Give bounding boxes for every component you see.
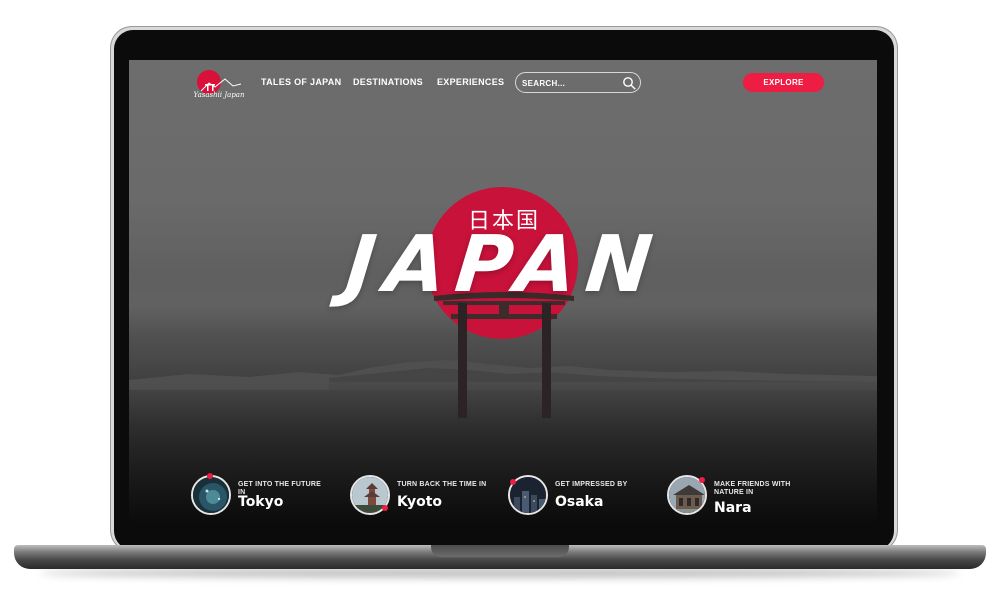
osaka-name: Osaka [555, 494, 604, 510]
search-box[interactable] [515, 72, 641, 93]
osaka-subtitle: GET IMPRESSED BY [555, 481, 628, 488]
destination-tokyo[interactable]: GET INTO THE FUTURE IN Tokyo [191, 473, 341, 517]
laptop-base-notch [431, 545, 569, 557]
kyoto-name: Kyoto [397, 494, 443, 510]
tokyo-name: Tokyo [238, 494, 284, 510]
laptop-shadow [40, 568, 960, 578]
hero-title: JAPAN [341, 220, 667, 310]
logo-mountain-icon [201, 78, 241, 92]
nav-tales-of-japan[interactable]: TALES OF JAPAN [261, 77, 341, 87]
nav-destinations[interactable]: DESTINATIONS [353, 77, 423, 87]
tokyo-pin-icon [207, 473, 213, 479]
destination-osaka[interactable]: GET IMPRESSED BY Osaka [508, 473, 658, 517]
tokyo-thumbnail [191, 475, 231, 515]
search-input[interactable] [522, 76, 616, 90]
destination-kyoto[interactable]: TURN BACK THE TIME IN Kyoto [350, 473, 500, 517]
explore-button[interactable]: EXPLORE [743, 73, 824, 92]
site-logo[interactable]: Yasashii Japan [193, 66, 245, 102]
kyoto-pin-icon [382, 505, 388, 511]
search-icon[interactable] [622, 76, 636, 90]
nara-subtitle: MAKE FRIENDS WITH NATURE IN [714, 481, 791, 496]
kyoto-subtitle: TURN BACK THE TIME IN [397, 481, 487, 488]
website-screen: 日本国 JAPAN Yasashii Japan TALES OF JAPAN … [129, 60, 877, 522]
nav-experiences[interactable]: EXPERIENCES [437, 77, 504, 87]
destination-nara[interactable]: MAKE FRIENDS WITH NATURE IN Nara [667, 473, 817, 517]
osaka-pin-icon [510, 479, 516, 485]
nara-pin-icon [699, 477, 705, 483]
logo-text: Yasashii Japan [193, 91, 245, 99]
nara-name: Nara [714, 500, 752, 516]
